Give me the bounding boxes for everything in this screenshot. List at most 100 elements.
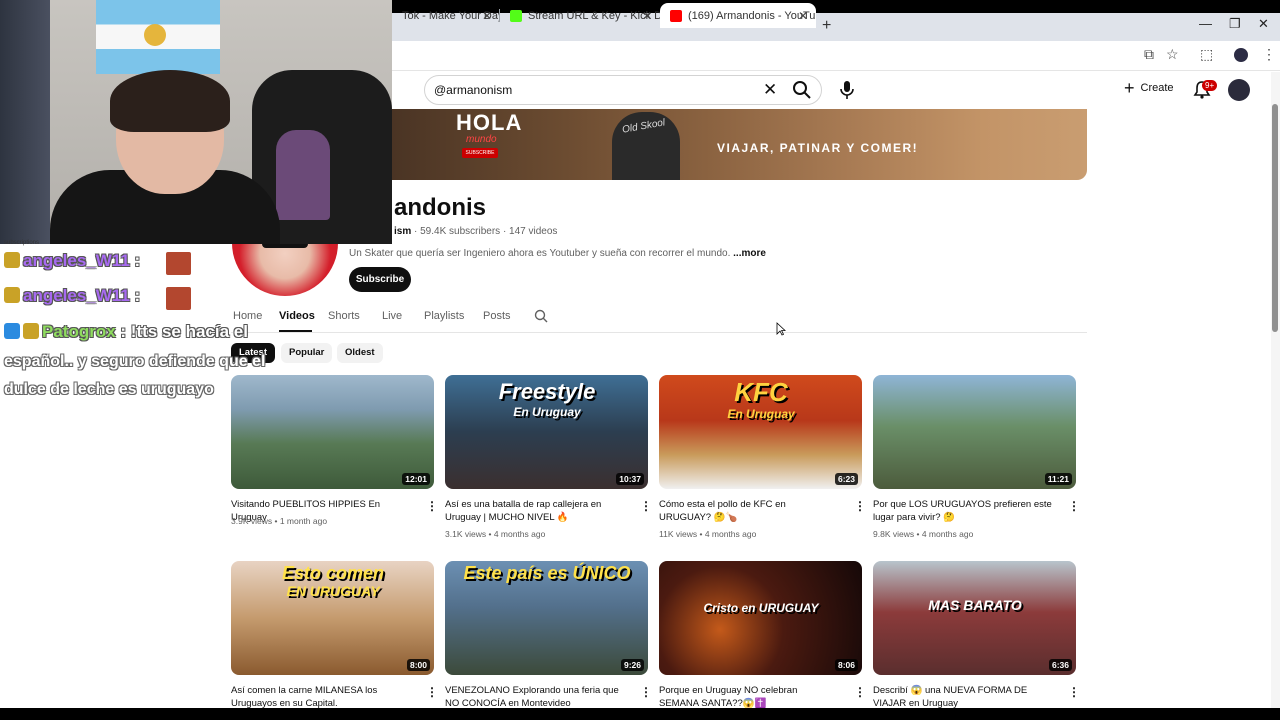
video-meta: 3.9K views • 1 month ago xyxy=(231,516,328,526)
duration-badge: 8:00 xyxy=(406,659,430,671)
tabs-divider xyxy=(231,332,1087,333)
tab-home[interactable]: Home xyxy=(233,310,262,322)
more-actions-icon[interactable]: ⋮ xyxy=(854,499,866,513)
microphone-icon[interactable] xyxy=(838,80,856,100)
new-tab-button[interactable]: + xyxy=(822,17,831,35)
video-title[interactable]: Así comen la carne MILANESA los Uruguayo… xyxy=(231,684,411,710)
duration-badge: 12:01 xyxy=(402,473,430,485)
chat-message: angeles_W11 : xyxy=(4,251,140,271)
more-actions-icon[interactable]: ⋮ xyxy=(854,685,866,699)
video-thumbnail[interactable]: Este país es ÚNICO 9:26 xyxy=(445,561,648,675)
minimize-button[interactable]: — xyxy=(1199,16,1212,31)
profile-icon[interactable] xyxy=(1234,48,1248,62)
chat-separator: : xyxy=(134,251,141,270)
scrollbar-thumb[interactable] xyxy=(1272,104,1278,332)
video-age: 4 months ago xyxy=(921,529,974,539)
browser-tab-youtube[interactable]: (169) Armandonis - YouTube ✕ xyxy=(660,3,816,28)
more-actions-icon[interactable]: ⋮ xyxy=(1068,685,1080,699)
video-thumbnail[interactable]: KFC En Uruguay 6:23 xyxy=(659,375,862,489)
banner-mundo-text: mundo xyxy=(466,134,497,145)
chat-text: : !tts se hacía el xyxy=(115,322,248,341)
channel-description[interactable]: Un Skater que quería ser Ingeniero ahora… xyxy=(349,248,766,259)
mouse-cursor-icon xyxy=(776,322,786,336)
more-actions-icon[interactable]: ⋮ xyxy=(640,685,652,699)
thumbnail-subtext: En Uruguay xyxy=(513,405,581,419)
description-text: Un Skater que quería ser Ingeniero ahora… xyxy=(349,248,734,259)
video-age: 4 months ago xyxy=(493,529,546,539)
video-thumbnail[interactable]: Cristo en URUGUAY 8:06 xyxy=(659,561,862,675)
thumbnail-text: Este país es ÚNICO xyxy=(463,563,631,583)
browser-tab-kick[interactable]: Stream URL & Key - Kick Dashb ✕ xyxy=(500,3,660,28)
tab-playlists[interactable]: Playlists xyxy=(424,310,464,322)
figurine-image xyxy=(276,130,330,220)
video-thumbnail[interactable]: 12:01 xyxy=(231,375,434,489)
video-title[interactable]: Cómo esta el pollo de KFC en URUGUAY? 🤔🍗 xyxy=(659,498,839,524)
video-views: 3.9K views xyxy=(231,516,273,526)
tab-live[interactable]: Live xyxy=(382,310,402,322)
menu-icon[interactable]: ⋮ xyxy=(1262,46,1276,63)
maximize-button[interactable]: ❐ xyxy=(1229,16,1241,32)
video-views: 9.8K views xyxy=(873,529,915,539)
clear-search-icon[interactable]: ✕ xyxy=(763,80,777,100)
video-views: 3.1K views xyxy=(445,529,487,539)
more-actions-icon[interactable]: ⋮ xyxy=(426,499,438,513)
channel-search-icon[interactable] xyxy=(534,309,548,323)
extensions-icon[interactable]: ⬚ xyxy=(1200,46,1213,63)
close-icon[interactable]: ✕ xyxy=(798,9,808,23)
video-title[interactable]: Por que LOS URUGUAYOS prefieren este lug… xyxy=(873,498,1053,524)
duration-badge: 11:21 xyxy=(1044,473,1072,485)
video-meta: 3.1K views • 4 months ago xyxy=(445,529,546,539)
video-title[interactable]: Describí 😱 una NUEVA FORMA DE VIAJAR en … xyxy=(873,684,1053,710)
chat-emote-image xyxy=(166,252,191,275)
video-age: 4 months ago xyxy=(704,529,757,539)
duration-badge: 6:23 xyxy=(834,473,858,485)
tab-title: Stream URL & Key - Kick Dashb xyxy=(528,9,660,22)
video-meta: 9.8K views • 4 months ago xyxy=(873,529,974,539)
channel-meta: ism · 59.4K subscribers · 147 videos xyxy=(394,226,557,237)
webcam-overlay xyxy=(0,0,392,244)
subscribe-button[interactable]: Subscribe xyxy=(349,267,411,292)
cast-icon[interactable]: ⧉ xyxy=(1144,46,1154,63)
star-icon[interactable]: ☆ xyxy=(1166,46,1179,63)
thumbnail-text: Esto comen xyxy=(281,563,385,583)
video-thumbnail[interactable]: Esto comen EN URUGUAY 8:00 xyxy=(231,561,434,675)
more-link[interactable]: ...more xyxy=(733,248,766,259)
plus-icon: + xyxy=(1124,78,1135,98)
bottom-black-strip xyxy=(0,708,1280,720)
video-title[interactable]: Así es una batalla de rap callejera en U… xyxy=(445,498,625,524)
close-icon[interactable]: ✕ xyxy=(482,9,492,23)
duration-badge: 8:06 xyxy=(834,659,858,671)
video-thumbnail[interactable]: MAS BARATO 6:36 xyxy=(873,561,1076,675)
tab-videos[interactable]: Videos xyxy=(279,310,315,322)
chat-username: Patogrox xyxy=(42,322,116,341)
browser-tab-tiktok[interactable]: Tok - Make Your Day ✕ xyxy=(392,3,500,28)
video-meta: 11K views • 4 months ago xyxy=(659,529,757,539)
kick-icon xyxy=(510,9,522,22)
more-actions-icon[interactable]: ⋮ xyxy=(640,499,652,513)
more-actions-icon[interactable]: ⋮ xyxy=(1068,499,1080,513)
more-actions-icon[interactable]: ⋮ xyxy=(426,685,438,699)
chip-oldest[interactable]: Oldest xyxy=(337,343,383,363)
chat-username: angeles_W11 xyxy=(23,286,130,305)
close-icon[interactable]: ✕ xyxy=(642,9,652,23)
video-title[interactable]: Porque en Uruguay NO celebran SEMANA SAN… xyxy=(659,684,839,710)
youtube-icon xyxy=(670,9,682,22)
notification-badge: 9+ xyxy=(1202,80,1218,91)
video-thumbnail[interactable]: 11:21 xyxy=(873,375,1076,489)
account-avatar[interactable] xyxy=(1228,79,1250,101)
sub-badge-icon xyxy=(23,323,39,339)
video-title[interactable]: VENEZOLANO Explorando una feria que NO C… xyxy=(445,684,625,710)
thumbnail-text: KFC xyxy=(734,377,788,407)
search-icon[interactable] xyxy=(792,80,812,100)
channel-handle[interactable]: ism xyxy=(394,226,411,237)
create-button[interactable]: + Create xyxy=(1124,78,1174,98)
tab-shorts[interactable]: Shorts xyxy=(328,310,360,322)
chat-text-continued: español.. y seguro defiende que el xyxy=(4,353,266,370)
chip-popular[interactable]: Popular xyxy=(281,343,333,363)
close-window-button[interactable]: ✕ xyxy=(1258,16,1269,32)
tab-posts[interactable]: Posts xyxy=(483,310,511,322)
duration-badge: 6:36 xyxy=(1048,659,1072,671)
gem-badge-icon xyxy=(4,323,20,339)
flag-sun-image xyxy=(144,24,166,46)
video-thumbnail[interactable]: Freestyle En Uruguay 10:37 xyxy=(445,375,648,489)
